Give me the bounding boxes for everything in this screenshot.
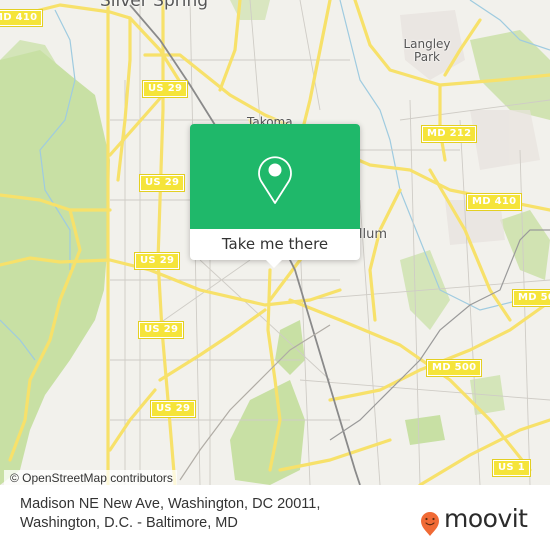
road-shield-us-29: US 29	[141, 80, 189, 98]
park-glenwood	[230, 380, 305, 485]
road-shield-us-1: US 1	[492, 459, 531, 477]
map-view[interactable]: Silver Spring Langley Park Takoma Chillu…	[0, 0, 550, 485]
road-md212	[438, 83, 447, 162]
destination-popup[interactable]: Take me there	[190, 124, 360, 268]
road-shield-md-410: MD 410	[465, 193, 523, 211]
moovit-pin-icon	[421, 512, 439, 536]
popup-header[interactable]	[190, 124, 360, 229]
place-label-langley-park: Langley Park	[403, 37, 451, 64]
address-line-1: Madison NE New Ave, Washington, DC 20011…	[20, 496, 321, 512]
rock-creek-park	[0, 50, 110, 485]
road-missouri	[158, 308, 267, 382]
road-shield-us-29: US 29	[138, 174, 186, 192]
road-16th	[116, 16, 132, 182]
road-md500	[328, 303, 547, 402]
footer: Madison NE New Ave, Washington, DC 20011…	[0, 485, 550, 550]
popup-pointer	[265, 259, 283, 268]
road-ny	[298, 0, 332, 142]
moovit-wordmark: moovit	[444, 504, 528, 533]
map-attribution[interactable]: © OpenStreetMap contributors	[4, 470, 177, 485]
road-ager	[368, 188, 402, 322]
road-shield-us-29: US 29	[133, 252, 181, 270]
park-east-2	[500, 210, 550, 280]
map-pin-icon	[258, 156, 292, 204]
road-shield-md-500: MD 500	[511, 289, 550, 307]
place-label-silver-spring: Silver Spring	[100, 0, 209, 11]
road-us29-diag	[108, 93, 165, 157]
road-shield-us-29: US 29	[137, 321, 185, 339]
address-text: Madison NE New Ave, Washington, DC 20011…	[20, 495, 400, 533]
road-shield-md-410: MD 410	[0, 9, 44, 27]
park-fort-totten	[275, 320, 305, 375]
address-line-2: Washington, D.C. - Baltimore, MD	[20, 515, 238, 531]
park-east-4	[405, 415, 445, 445]
road-shield-md-212: MD 212	[420, 125, 478, 143]
take-me-there-button[interactable]: Take me there	[190, 229, 360, 260]
road-shield-md-500: MD 500	[425, 359, 483, 377]
road-shield-us-29: US 29	[149, 400, 197, 418]
